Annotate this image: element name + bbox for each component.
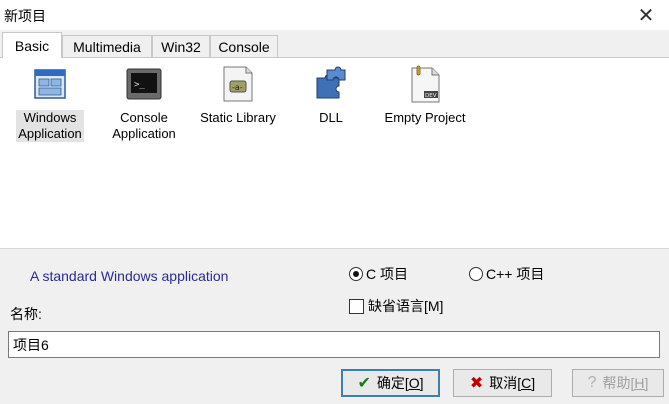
- title-bar: 新项目 ✕: [0, 0, 669, 30]
- tab-label: Basic: [14, 37, 50, 54]
- template-label: Windows Application: [16, 110, 84, 142]
- empty-project-icon: DEV: [407, 64, 443, 104]
- template-empty-project[interactable]: DEV Empty Project: [380, 64, 470, 126]
- radio-indicator: [349, 267, 363, 281]
- static-library-icon: -a-: [220, 64, 256, 104]
- windows-app-icon: [32, 64, 68, 104]
- svg-text:DEV: DEV: [425, 93, 437, 99]
- svg-text:-a-: -a-: [232, 83, 243, 92]
- template-label: DLL: [319, 110, 343, 125]
- help-label: 帮助: [602, 375, 631, 391]
- close-button[interactable]: ✕: [623, 0, 669, 30]
- dll-puzzle-icon: [313, 64, 349, 104]
- tab-multimedia[interactable]: Multimedia: [62, 35, 152, 57]
- template-label: Empty Project: [384, 110, 466, 125]
- ok-button[interactable]: ✔ 确定 [O]: [341, 369, 440, 397]
- radio-indicator: [469, 267, 483, 281]
- cancel-label: 取消: [489, 375, 518, 391]
- tab-basic[interactable]: Basic: [2, 32, 62, 58]
- template-panel: Windows Application >_ Console Applicati…: [0, 57, 669, 249]
- help-button[interactable]: ? 帮助 [H]: [572, 369, 664, 397]
- tab-label: Win32: [161, 38, 201, 55]
- checkbox-box: [349, 298, 364, 314]
- tab-win32[interactable]: Win32: [152, 35, 210, 57]
- ok-label: 确定: [376, 375, 405, 391]
- template-static-library[interactable]: -a- Static Library: [196, 64, 280, 126]
- name-label: 名称:: [10, 306, 42, 322]
- template-description: A standard Windows application: [30, 268, 229, 284]
- default-language-checkbox[interactable]: 缺省语言[M]: [349, 296, 443, 316]
- close-icon: ✕: [637, 4, 655, 27]
- tab-console[interactable]: Console: [210, 35, 278, 57]
- ok-accel: [O]: [404, 375, 424, 391]
- tab-label: Multimedia: [73, 38, 141, 55]
- help-icon: ?: [587, 374, 597, 391]
- template-label: Console Application: [112, 110, 176, 141]
- template-windows-application[interactable]: Windows Application: [14, 64, 86, 142]
- template-dll[interactable]: DLL: [306, 64, 356, 126]
- tab-label: Console: [218, 38, 270, 55]
- window-title: 新项目: [4, 8, 46, 24]
- x-icon: ✖: [469, 375, 484, 392]
- template-console-application[interactable]: >_ Console Application: [108, 64, 180, 142]
- help-accel: [H]: [630, 375, 649, 391]
- radio-c-project[interactable]: C 项目: [349, 264, 408, 284]
- cancel-button[interactable]: ✖ 取消 [C]: [453, 369, 552, 397]
- console-app-icon: >_: [126, 64, 162, 104]
- checkbox-label: 缺省语言[M]: [368, 298, 444, 314]
- cancel-accel: [C]: [517, 375, 536, 391]
- check-icon: ✔: [357, 375, 371, 392]
- radio-cpp-project[interactable]: C++ 项目: [469, 264, 544, 284]
- project-name-input[interactable]: [8, 331, 660, 358]
- template-label: Static Library: [200, 110, 276, 125]
- radio-label: C 项目: [366, 266, 408, 282]
- radio-label: C++ 项目: [486, 266, 545, 282]
- svg-text:>_: >_: [134, 80, 145, 90]
